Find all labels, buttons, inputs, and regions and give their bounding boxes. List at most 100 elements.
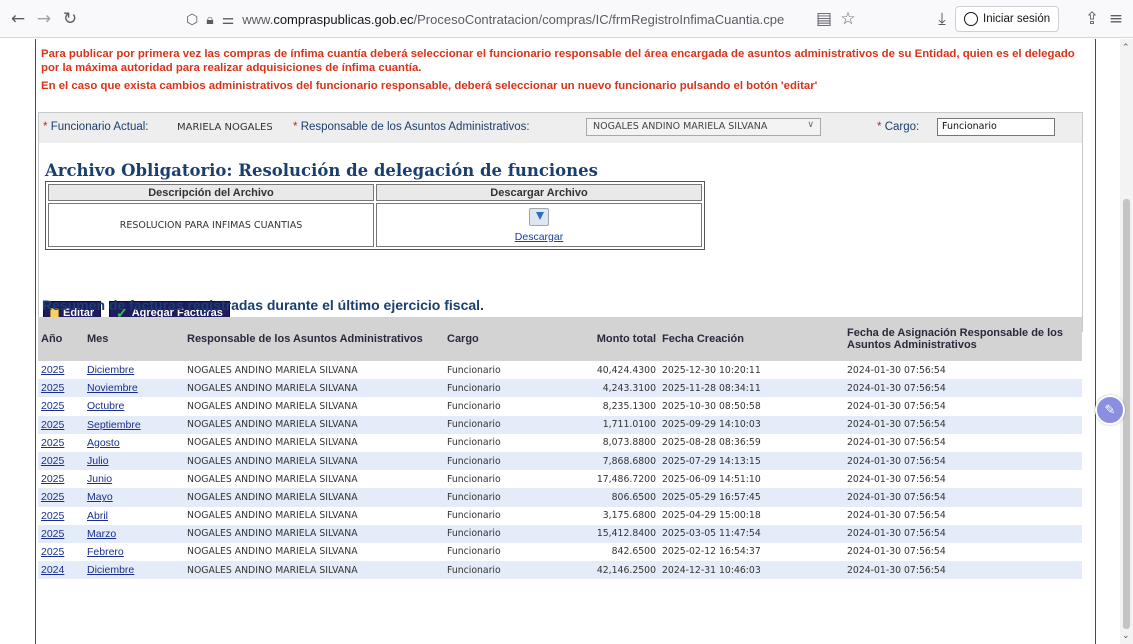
cell-anio[interactable]: 2025 bbox=[38, 470, 84, 488]
cell-mes[interactable]: Agosto bbox=[84, 434, 184, 452]
cell-anio-link[interactable]: 2025 bbox=[41, 546, 64, 558]
extensions-icon[interactable]: ⇪ bbox=[1080, 7, 1104, 31]
scroll-down-icon[interactable]: ⌄ bbox=[1122, 631, 1130, 641]
cell-mes[interactable]: Febrero bbox=[84, 543, 184, 561]
cell-monto: 8,235.1300 bbox=[602, 400, 656, 412]
cell-anio[interactable]: 2025 bbox=[38, 543, 84, 561]
cell-anio[interactable]: 2025 bbox=[38, 525, 84, 543]
cell-anio-link[interactable]: 2025 bbox=[41, 419, 64, 431]
cell-anio[interactable]: 2025 bbox=[38, 397, 84, 415]
table-row: 2025 Febrero NOGALES ANDINO MARIELA SILVAN… bbox=[38, 542, 1082, 562]
permissions-icon[interactable]: ⚌ bbox=[222, 11, 235, 28]
cell-anio-link[interactable]: 2025 bbox=[41, 473, 64, 485]
cell-fecha-asignacion: 2024-01-30 07:56:54 bbox=[847, 364, 946, 376]
bookmark-star-icon[interactable]: ☆ bbox=[836, 7, 860, 31]
cell-anio[interactable]: 2024 bbox=[38, 561, 84, 579]
cell-responsable: NOGALES ANDINO MARIELA SILVANA bbox=[187, 364, 358, 376]
cell-mes[interactable]: Diciembre bbox=[84, 361, 184, 379]
cell-mes-link[interactable]: Agosto bbox=[87, 437, 120, 449]
cell-anio[interactable]: 2025 bbox=[38, 434, 84, 452]
responsable-selected: NOGALES ANDINO MARIELA SILVANA bbox=[593, 121, 768, 132]
menu-icon[interactable]: ≡ bbox=[1104, 7, 1128, 31]
cell-mes[interactable]: Mayo bbox=[84, 488, 184, 506]
cell-mes[interactable]: Junio bbox=[84, 470, 184, 488]
cell-anio-link[interactable]: 2025 bbox=[41, 455, 64, 467]
col-descripcion-header: Descripción del Archivo bbox=[48, 184, 374, 201]
url-text[interactable]: www.compraspublicas.gob.ec/ProcesoContra… bbox=[242, 12, 784, 27]
table-row: 2025 Marzo NOGALES ANDINO MARIELA SILVANA F… bbox=[38, 524, 1082, 543]
cell-mes-link[interactable]: Diciembre bbox=[87, 364, 134, 376]
reader-view-icon[interactable]: ▤ bbox=[812, 7, 836, 31]
cell-mes-link[interactable]: Noviembre bbox=[87, 382, 138, 394]
cell-anio-link[interactable]: 2025 bbox=[41, 528, 64, 540]
download-icon[interactable] bbox=[529, 207, 549, 226]
cell-mes-link[interactable]: Septiembre bbox=[87, 419, 141, 431]
table-row: 2025 Agosto NOGALES ANDINO MARIELA SILVANA… bbox=[38, 433, 1082, 452]
cell-monto: 40,424.4300 bbox=[596, 364, 656, 376]
cell-mes[interactable]: Noviembre bbox=[84, 379, 184, 397]
cell-mes[interactable]: Octubre bbox=[84, 397, 184, 415]
lock-icon[interactable]: 🔒︎ bbox=[206, 11, 213, 28]
accessibility-widget-icon[interactable]: ✎ bbox=[1095, 395, 1125, 425]
download-link[interactable]: Descargar bbox=[377, 231, 701, 243]
shield-icon[interactable]: ⬡ bbox=[186, 11, 198, 28]
cell-mes-link[interactable]: Mayo bbox=[87, 491, 113, 503]
cell-mes[interactable]: Marzo bbox=[84, 525, 184, 543]
responsable-select[interactable]: NOGALES ANDINO MARIELA SILVANA ∨ bbox=[586, 118, 821, 136]
cell-fecha-creacion: 2025-09-29 14:10:03 bbox=[662, 419, 761, 431]
invoices-table-body: 2025 Diciembre NOGALES ANDINO MARIELA SILV… bbox=[38, 361, 1082, 580]
cell-anio-link[interactable]: 2025 bbox=[41, 382, 64, 394]
right-frame-border bbox=[1095, 39, 1096, 644]
cell-fecha-creacion: 2025-11-28 08:34:11 bbox=[662, 382, 761, 394]
cell-cargo: Funcionario bbox=[447, 382, 501, 394]
back-arrow-icon[interactable]: ← bbox=[6, 7, 30, 31]
cell-mes[interactable]: Julio bbox=[84, 452, 184, 470]
cell-mes-link[interactable]: Junio bbox=[87, 473, 112, 485]
cell-fecha-creacion: 2025-10-30 08:50:58 bbox=[662, 400, 761, 412]
cell-anio[interactable]: 2025 bbox=[38, 361, 84, 379]
cell-mes-link[interactable]: Abril bbox=[87, 510, 108, 522]
cell-mes-link[interactable]: Febrero bbox=[87, 546, 124, 558]
cell-fecha-asignacion: 2024-01-30 07:56:54 bbox=[847, 455, 946, 467]
cell-anio[interactable]: 2025 bbox=[38, 379, 84, 397]
table-row: 2025 Octubre NOGALES ANDINO MARIELA SILVAN… bbox=[38, 397, 1082, 416]
reload-icon[interactable]: ↻ bbox=[58, 7, 82, 31]
cell-fecha-asignacion: 2024-01-30 07:56:54 bbox=[847, 400, 946, 412]
cell-anio-link[interactable]: 2025 bbox=[41, 510, 64, 522]
left-frame-border bbox=[35, 39, 36, 644]
scroll-up-icon[interactable]: ⌃ bbox=[1122, 43, 1130, 53]
cell-mes[interactable]: Septiembre bbox=[84, 416, 184, 434]
cell-responsable: NOGALES ANDINO MARIELA SILVANA bbox=[187, 546, 358, 558]
signin-button[interactable]: Iniciar sesión bbox=[955, 6, 1060, 32]
downloads-icon[interactable]: ⤓ bbox=[930, 7, 954, 31]
address-bar[interactable]: ⬡ 🔒︎ ⚌ www.compraspublicas.gob.ec/Proces… bbox=[186, 5, 836, 33]
page-scrollbar[interactable]: ⌃ ⌄ bbox=[1120, 39, 1133, 644]
cell-responsable: NOGALES ANDINO MARIELA SILVANA bbox=[187, 400, 358, 412]
file-description: RESOLUCION PARA INFIMAS CUANTIAS bbox=[48, 203, 374, 247]
cell-anio[interactable]: 2025 bbox=[38, 416, 84, 434]
invoices-table: Año Mes Responsable de los Asuntos Admin… bbox=[38, 317, 1082, 580]
notice-line-2: En el caso que exista cambios administra… bbox=[41, 80, 818, 92]
cell-mes[interactable]: Diciembre bbox=[84, 561, 184, 579]
cell-responsable: NOGALES ANDINO MARIELA SILVANA bbox=[187, 510, 358, 522]
forward-arrow-icon[interactable]: → bbox=[32, 7, 56, 31]
cell-anio[interactable]: 2025 bbox=[38, 507, 84, 525]
cell-anio-link[interactable]: 2025 bbox=[41, 491, 64, 503]
cell-mes-link[interactable]: Octubre bbox=[87, 400, 124, 412]
cell-anio[interactable]: 2025 bbox=[38, 488, 84, 506]
page-content: Para publicar por primera vez las compra… bbox=[0, 39, 1120, 644]
cell-anio-link[interactable]: 2024 bbox=[41, 564, 64, 576]
cell-anio[interactable]: 2025 bbox=[38, 452, 84, 470]
cell-anio-link[interactable]: 2025 bbox=[41, 437, 64, 449]
cell-monto: 806.6500 bbox=[611, 491, 656, 503]
cell-anio-link[interactable]: 2025 bbox=[41, 400, 64, 412]
cell-anio-link[interactable]: 2025 bbox=[41, 364, 64, 376]
cargo-input[interactable]: Funcionario bbox=[937, 118, 1055, 136]
table-row: 2025 Noviembre NOGALES ANDINO MARIELA SILV… bbox=[38, 379, 1082, 398]
cell-mes[interactable]: Abril bbox=[84, 507, 184, 525]
cell-mes-link[interactable]: Diciembre bbox=[87, 564, 134, 576]
cargo-label: * Cargo: bbox=[877, 121, 920, 133]
table-row: 2025 Septiembre NOGALES ANDINO MARIELA SIL… bbox=[38, 415, 1082, 434]
cell-mes-link[interactable]: Marzo bbox=[87, 528, 116, 540]
cell-mes-link[interactable]: Julio bbox=[87, 455, 109, 467]
